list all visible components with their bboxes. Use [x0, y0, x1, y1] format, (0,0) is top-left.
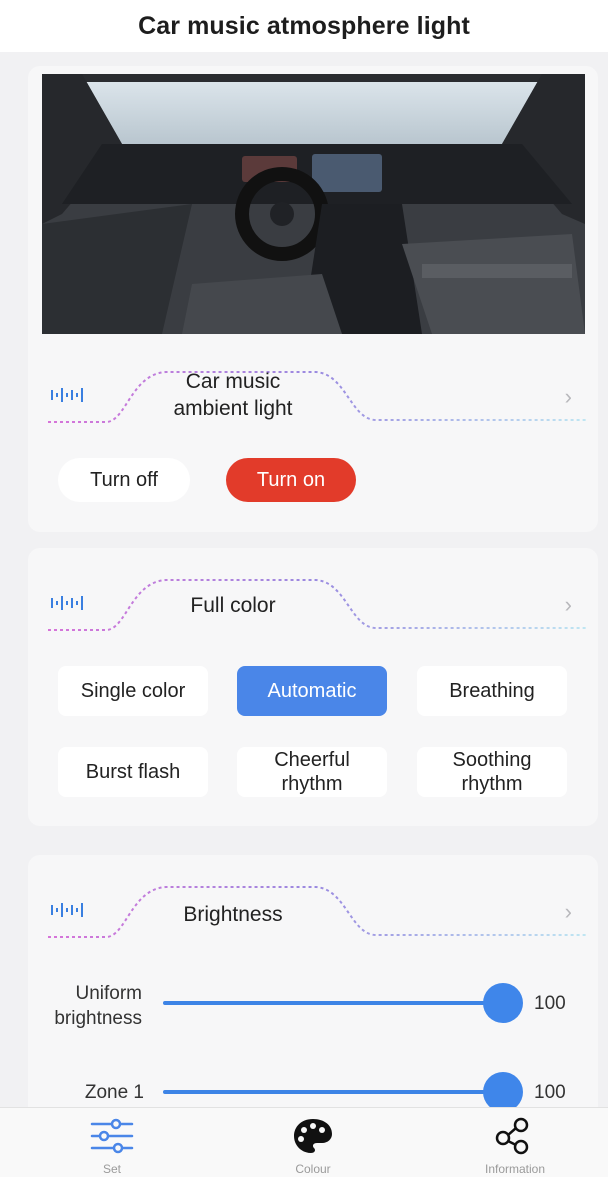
- sliders-icon: [90, 1118, 134, 1154]
- mode-breathing[interactable]: Breathing: [417, 666, 567, 716]
- mode-burst-flash[interactable]: Burst flash: [58, 747, 208, 797]
- color-mode-card: Full color › Single color Automatic Brea…: [28, 548, 598, 826]
- tab-label: Colour: [295, 1162, 331, 1176]
- chevron-right-icon: ›: [564, 384, 572, 409]
- mode-label: Breathing: [449, 680, 535, 702]
- tab-colour[interactable]: Colour: [253, 1108, 373, 1177]
- page-title: Car music atmosphere light: [138, 11, 470, 40]
- equalizer-icon: [51, 388, 83, 402]
- mode-label: Burst flash: [85, 761, 181, 783]
- tab-information[interactable]: Information: [455, 1108, 575, 1177]
- uniform-brightness-label: Uniform brightness: [22, 981, 142, 1031]
- zone1-brightness-track[interactable]: [163, 1090, 503, 1094]
- uniform-brightness-value: 100: [534, 993, 566, 1014]
- mode-label-line2: rhythm: [281, 773, 343, 795]
- car-interior-image: [42, 74, 585, 334]
- full-color-title: Full color: [190, 594, 276, 617]
- zone1-brightness-value: 100: [534, 1082, 566, 1103]
- mode-soothing-rhythm[interactable]: Soothing rhythm: [417, 747, 567, 797]
- slider-label-line2: brightness: [54, 1008, 142, 1029]
- zone1-brightness-label: Zone 1: [24, 1080, 144, 1105]
- mode-automatic[interactable]: Automatic: [237, 666, 387, 716]
- share-nodes-icon: [495, 1117, 529, 1155]
- bottom-tab-bar: Set Colour Information: [0, 1107, 608, 1177]
- equalizer-icon: [51, 596, 83, 610]
- turn-on-button[interactable]: Turn on: [226, 458, 356, 502]
- ambient-light-row[interactable]: Car music ambient light ›: [28, 362, 598, 432]
- tab-set[interactable]: Set: [52, 1108, 172, 1177]
- brightness-card: Brightness › Uniform brightness 100 Zone…: [28, 855, 598, 1115]
- slider-label-line1: Zone 1: [84, 1082, 144, 1103]
- full-color-row[interactable]: Full color ›: [28, 570, 598, 640]
- mode-label-line1: Soothing: [452, 749, 532, 771]
- ambient-title-line1: Car music: [185, 370, 281, 393]
- tab-label: Set: [102, 1162, 121, 1176]
- turn-off-button[interactable]: Turn off: [58, 458, 190, 502]
- slider-label-line1: Uniform: [75, 983, 142, 1004]
- mode-label-line1: Cheerful: [274, 749, 350, 771]
- zone1-brightness-handle[interactable]: [483, 1072, 523, 1112]
- app-header: Car music atmosphere light: [0, 0, 608, 52]
- chevron-right-icon: ›: [564, 899, 572, 924]
- ambient-title-line2: ambient light: [173, 397, 293, 420]
- uniform-brightness-handle[interactable]: [483, 983, 523, 1023]
- chevron-right-icon: ›: [564, 592, 572, 617]
- palette-icon: [294, 1119, 332, 1153]
- mode-single-color[interactable]: Single color: [58, 666, 208, 716]
- equalizer-icon: [51, 903, 83, 917]
- mode-label: Single color: [80, 680, 186, 702]
- ambient-light-card: Car music ambient light › Turn off Turn …: [28, 66, 598, 532]
- brightness-row[interactable]: Brightness ›: [28, 877, 598, 947]
- ambient-light-title: Car music ambient light: [128, 368, 338, 422]
- mode-label-line2: rhythm: [461, 773, 523, 795]
- mode-label: Automatic: [267, 680, 357, 702]
- brightness-title: Brightness: [183, 903, 283, 926]
- mode-cheerful-rhythm[interactable]: Cheerful rhythm: [237, 747, 387, 797]
- uniform-brightness-track[interactable]: [163, 1001, 503, 1005]
- tab-label: Information: [484, 1162, 546, 1176]
